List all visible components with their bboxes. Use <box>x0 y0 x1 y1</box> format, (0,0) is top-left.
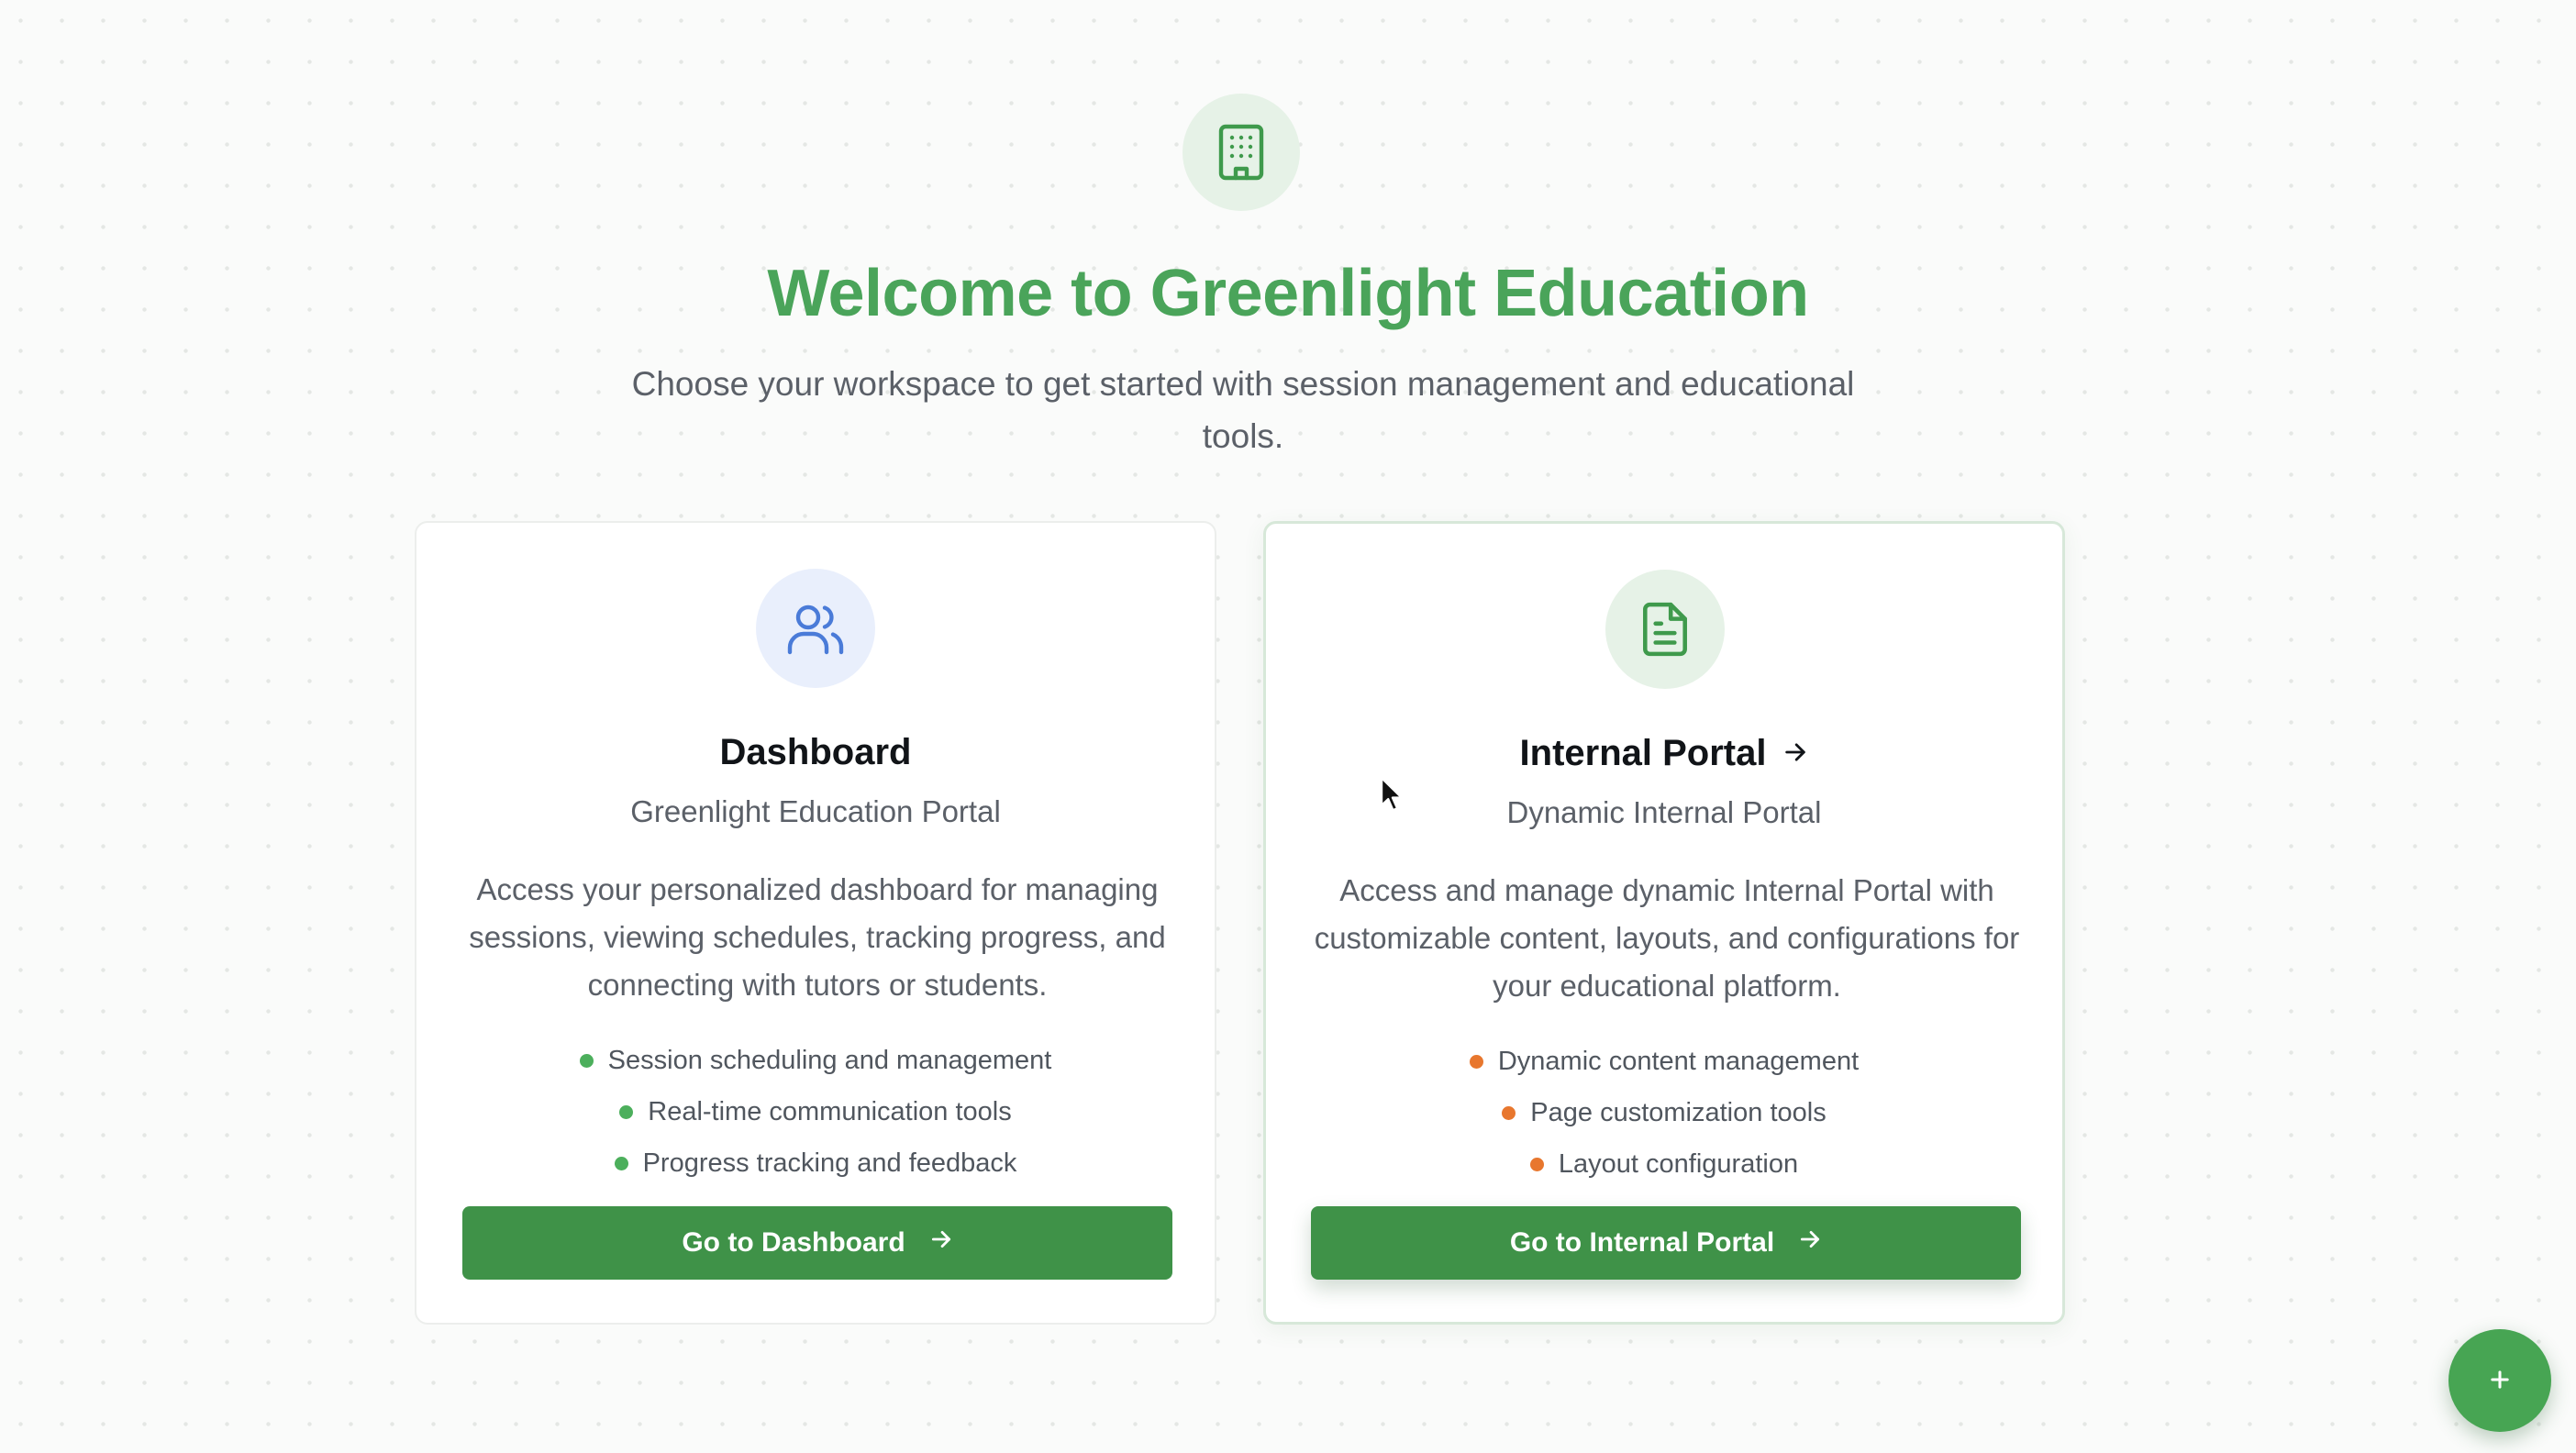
bullet-dot <box>1529 1157 1544 1171</box>
bullet-dot <box>619 1104 634 1119</box>
internal-portal-card[interactable]: Internal Portal Dynamic Internal Portal … <box>1263 521 2065 1325</box>
dashboard-feature-list: Session scheduling and management Real-t… <box>416 1035 1215 1189</box>
users-icon <box>756 569 875 688</box>
page-title: Welcome to Greenlight Education <box>767 257 1809 330</box>
feature-item: Session scheduling and management <box>416 1035 1215 1086</box>
internal-portal-card-description: Access and manage dynamic Internal Porta… <box>1314 873 2020 1003</box>
feature-text: Dynamic content management <box>1497 1046 1860 1076</box>
bullet-dot <box>579 1053 594 1068</box>
go-to-internal-portal-button[interactable]: Go to Internal Portal <box>1311 1206 2021 1280</box>
go-to-dashboard-button[interactable]: Go to Dashboard <box>462 1206 1172 1280</box>
feature-item: Real-time communication tools <box>416 1086 1215 1137</box>
feature-text: Progress tracking and feedback <box>642 1148 1017 1178</box>
feature-item: Page customization tools <box>1266 1087 2062 1138</box>
arrow-right-icon <box>929 1227 953 1259</box>
dashboard-card-subtitle: Greenlight Education Portal <box>630 794 1001 828</box>
building-icon <box>1183 94 1300 211</box>
feature-item: Layout configuration <box>1266 1138 2062 1190</box>
internal-portal-title-text: Internal Portal <box>1519 733 1767 773</box>
bullet-dot <box>1502 1105 1516 1120</box>
internal-portal-feature-list: Dynamic content management Page customiz… <box>1266 1036 2062 1190</box>
page-subtitle: Choose your workspace to get started wit… <box>631 365 1855 455</box>
button-label: Go to Dashboard <box>682 1227 905 1258</box>
dashboard-card-description: Access your personalized dashboard for m… <box>469 872 1166 1002</box>
feature-text: Session scheduling and management <box>607 1045 1052 1075</box>
document-icon <box>1605 570 1725 689</box>
dashboard-card-title: Dashboard <box>416 726 1215 778</box>
arrow-right-icon <box>1798 1227 1822 1259</box>
plus-icon <box>2487 1367 2513 1395</box>
feature-item: Progress tracking and feedback <box>416 1137 1215 1189</box>
dashboard-title-text: Dashboard <box>719 732 912 772</box>
bullet-dot <box>1469 1054 1483 1069</box>
button-label: Go to Internal Portal <box>1509 1227 1775 1258</box>
landing-page: Welcome to Greenlight Education Choose y… <box>0 0 2576 1453</box>
feature-text: Real-time communication tools <box>648 1096 1012 1126</box>
add-floating-button[interactable] <box>2448 1329 2551 1432</box>
feature-text: Layout configuration <box>1558 1148 1799 1179</box>
feature-text: Page customization tools <box>1530 1097 1827 1127</box>
arrow-right-icon <box>1782 727 1808 779</box>
feature-item: Dynamic content management <box>1266 1036 2062 1087</box>
mouse-cursor-icon <box>1380 776 1405 813</box>
bullet-dot <box>614 1156 628 1170</box>
dashboard-card[interactable]: Dashboard Greenlight Education Portal Ac… <box>415 521 1216 1325</box>
internal-portal-card-title: Internal Portal <box>1266 727 2062 779</box>
